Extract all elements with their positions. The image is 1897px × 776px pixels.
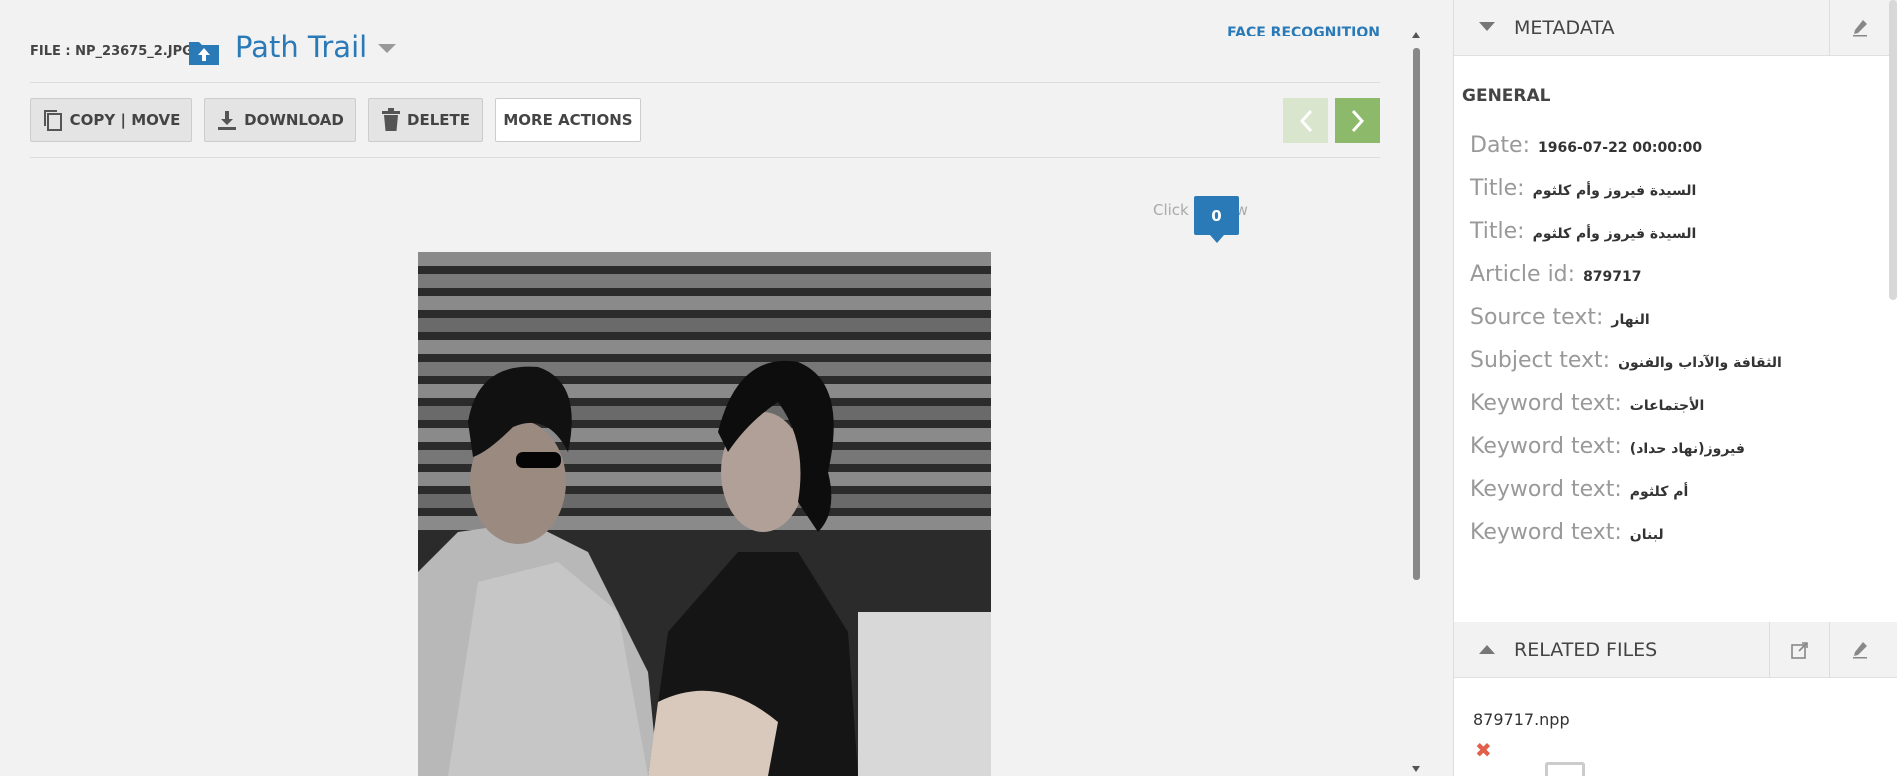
path-trail-title[interactable]: Path Trail <box>235 30 367 64</box>
metadata-key: Source text: <box>1470 305 1604 330</box>
metadata-value: 879717 <box>1583 269 1642 285</box>
metadata-row: Keyword text: فيروز(نهاد حداد) <box>1470 434 1745 459</box>
sidebar-scrollbar-thumb[interactable] <box>1889 0 1897 300</box>
metadata-value: النهار <box>1611 312 1650 328</box>
remove-icon[interactable]: ✖ <box>1475 740 1492 760</box>
metadata-value: أم كلثوم <box>1629 484 1689 500</box>
metadata-value: الأجتماعات <box>1629 398 1705 414</box>
download-button[interactable]: DOWNLOAD <box>204 98 356 142</box>
metadata-key: Keyword text: <box>1470 391 1622 416</box>
metadata-key: Keyword text: <box>1470 520 1622 545</box>
delete-label: DELETE <box>407 111 470 129</box>
general-section-title: GENERAL <box>1462 86 1551 106</box>
file-label: FILE : NP_23675_2.JPG <box>30 44 193 59</box>
metadata-row: Title: السيدة فيروز وأم كلثوم <box>1470 219 1696 244</box>
metadata-row: Keyword text: أم كلثوم <box>1470 477 1688 502</box>
metadata-key: Title: <box>1470 219 1525 244</box>
edit-metadata-button[interactable] <box>1829 0 1889 56</box>
more-actions-label: MORE ACTIONS <box>503 111 633 129</box>
open-related-button[interactable] <box>1769 622 1829 678</box>
folder-up-icon[interactable] <box>188 38 220 66</box>
chevron-right-icon <box>1351 109 1364 132</box>
metadata-key: Keyword text: <box>1470 477 1622 502</box>
scroll-up-arrow-icon[interactable] <box>1412 32 1420 38</box>
collapse-arrow-icon[interactable] <box>1479 22 1495 31</box>
download-icon <box>218 111 237 130</box>
header-divider <box>30 82 1380 83</box>
metadata-value: 1966-07-22 00:00:00 <box>1538 140 1703 156</box>
metadata-row: Keyword text: لبنان <box>1470 520 1664 545</box>
chevron-left-icon <box>1299 109 1312 132</box>
metadata-title: METADATA <box>1514 17 1615 39</box>
metadata-row: Title: السيدة فيروز وأم كلثوم <box>1470 176 1696 201</box>
related-files-title: RELATED FILES <box>1514 639 1658 661</box>
metadata-key: Keyword text: <box>1470 434 1622 459</box>
metadata-key: Article id: <box>1470 262 1576 287</box>
toolbar-divider <box>30 157 1380 158</box>
face-recognition-link[interactable]: FACE RECOGNITION <box>1170 22 1380 36</box>
main-scrollbar-thumb[interactable] <box>1413 48 1420 580</box>
copy-icon <box>43 110 62 131</box>
trash-icon <box>382 108 400 131</box>
metadata-row: Keyword text: الأجتماعات <box>1470 391 1704 416</box>
path-dropdown-caret-icon[interactable] <box>378 44 396 53</box>
metadata-value: لبنان <box>1629 527 1664 543</box>
related-file-name[interactable]: 879717.npp <box>1473 710 1570 729</box>
metadata-row: Subject text: الثقافة والآداب والفنون <box>1470 348 1782 373</box>
main-photo[interactable] <box>418 252 991 776</box>
edit-related-button[interactable] <box>1829 622 1889 678</box>
more-actions-button[interactable]: MORE ACTIONS <box>495 98 641 142</box>
next-file-button[interactable] <box>1335 98 1380 143</box>
expand-arrow-icon[interactable] <box>1479 645 1495 654</box>
metadata-key: Date: <box>1470 133 1530 158</box>
metadata-value: فيروز(نهاد حداد) <box>1629 441 1745 457</box>
document-icon <box>1545 762 1585 776</box>
external-link-icon <box>1790 642 1808 659</box>
photo-illustration <box>418 252 991 776</box>
related-files-header[interactable]: RELATED FILES <box>1454 622 1897 678</box>
metadata-key: Subject text: <box>1470 348 1611 373</box>
download-label: DOWNLOAD <box>244 111 344 129</box>
metadata-row: Article id: 879717 <box>1470 262 1642 287</box>
metadata-value: السيدة فيروز وأم كلثوم <box>1532 183 1697 199</box>
metadata-row: Date: 1966-07-22 00:00:00 <box>1470 133 1702 158</box>
pencil-icon <box>1852 642 1867 659</box>
copy-move-button[interactable]: COPY | MOVE <box>30 98 192 142</box>
previous-file-button[interactable] <box>1283 98 1328 143</box>
metadata-header[interactable]: METADATA <box>1454 0 1897 56</box>
metadata-value: الثقافة والآداب والفنون <box>1618 355 1782 371</box>
delete-button[interactable]: DELETE <box>368 98 483 142</box>
metadata-row: Source text: النهار <box>1470 305 1650 330</box>
copy-move-label: COPY | MOVE <box>69 111 181 129</box>
metadata-value: السيدة فيروز وأم كلثوم <box>1532 226 1697 242</box>
metadata-key: Title: <box>1470 176 1525 201</box>
main-panel: FILE : NP_23675_2.JPG Path Trail FACE RE… <box>0 0 1410 776</box>
face-count-badge[interactable]: 0 <box>1194 196 1239 243</box>
scroll-down-arrow-icon[interactable] <box>1412 766 1420 772</box>
metadata-sidebar: METADATA GENERAL Date: 1966-07-22 00:00:0… <box>1454 0 1897 776</box>
pencil-icon <box>1852 20 1867 37</box>
